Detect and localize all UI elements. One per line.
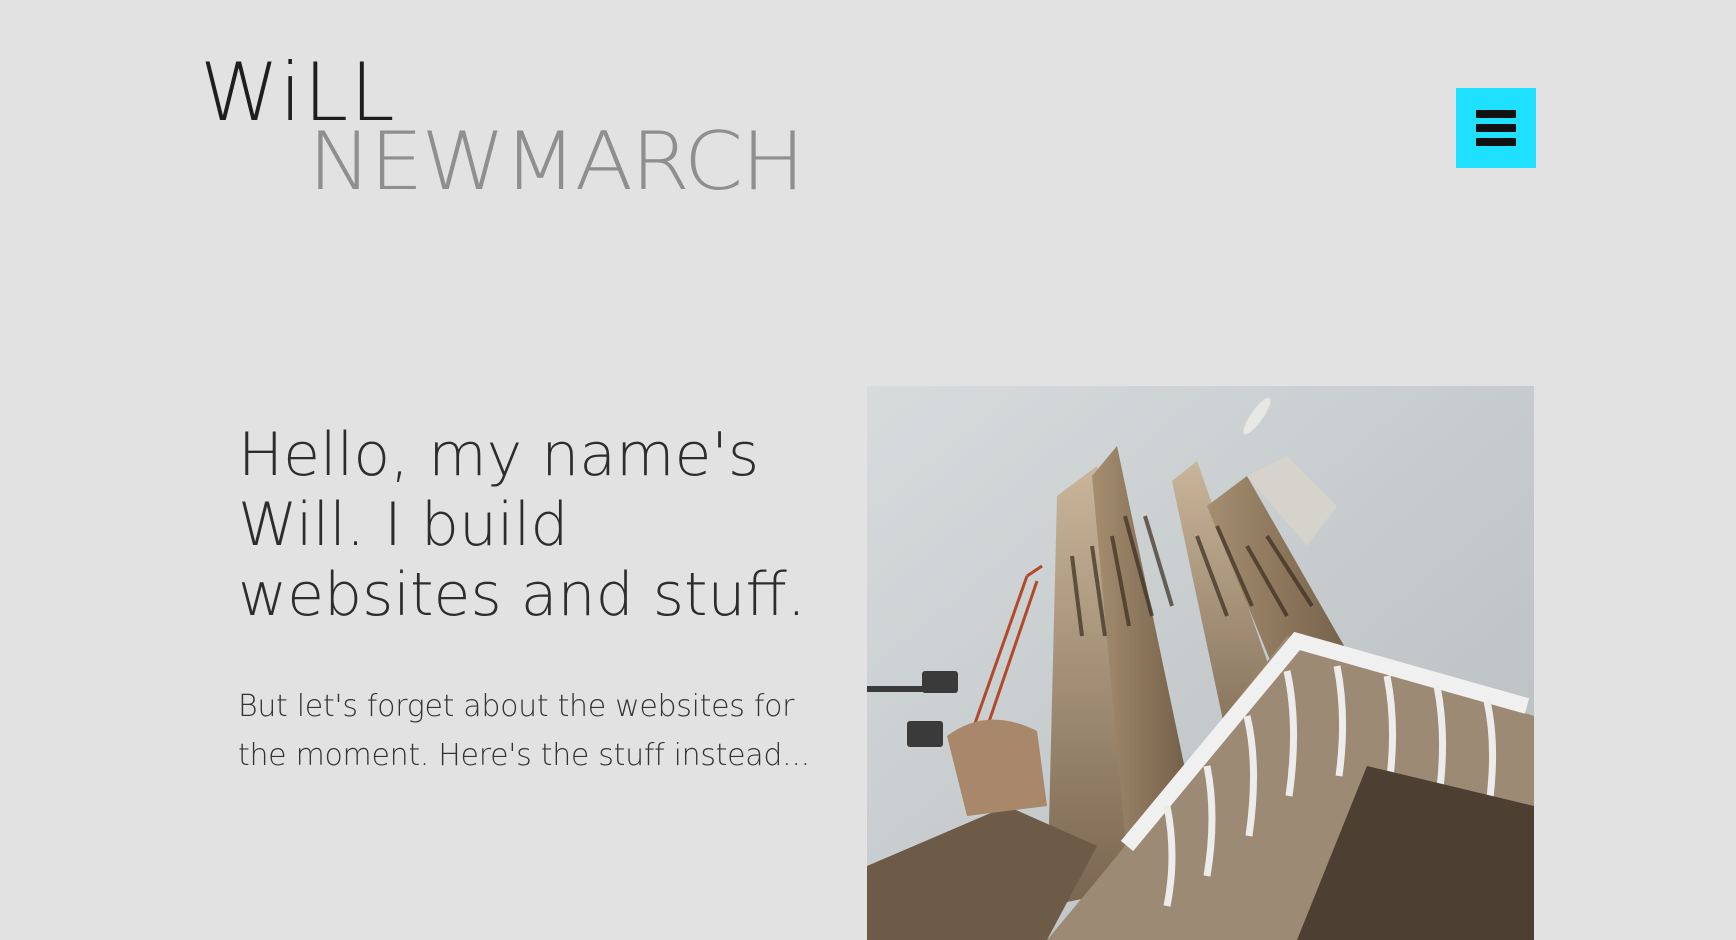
menu-button[interactable] — [1456, 88, 1536, 168]
hero-intro: But let's forget about the websites for … — [238, 689, 810, 773]
cathedral-towers-photo — [867, 386, 1534, 940]
hamburger-icon — [1476, 110, 1516, 146]
site-logo[interactable]: WiLL NEWMARCH — [200, 54, 820, 204]
logo-line-2: NEWMARCH — [308, 115, 803, 204]
hero-heading: Hello, my name's Will. I build websites … — [238, 420, 806, 630]
